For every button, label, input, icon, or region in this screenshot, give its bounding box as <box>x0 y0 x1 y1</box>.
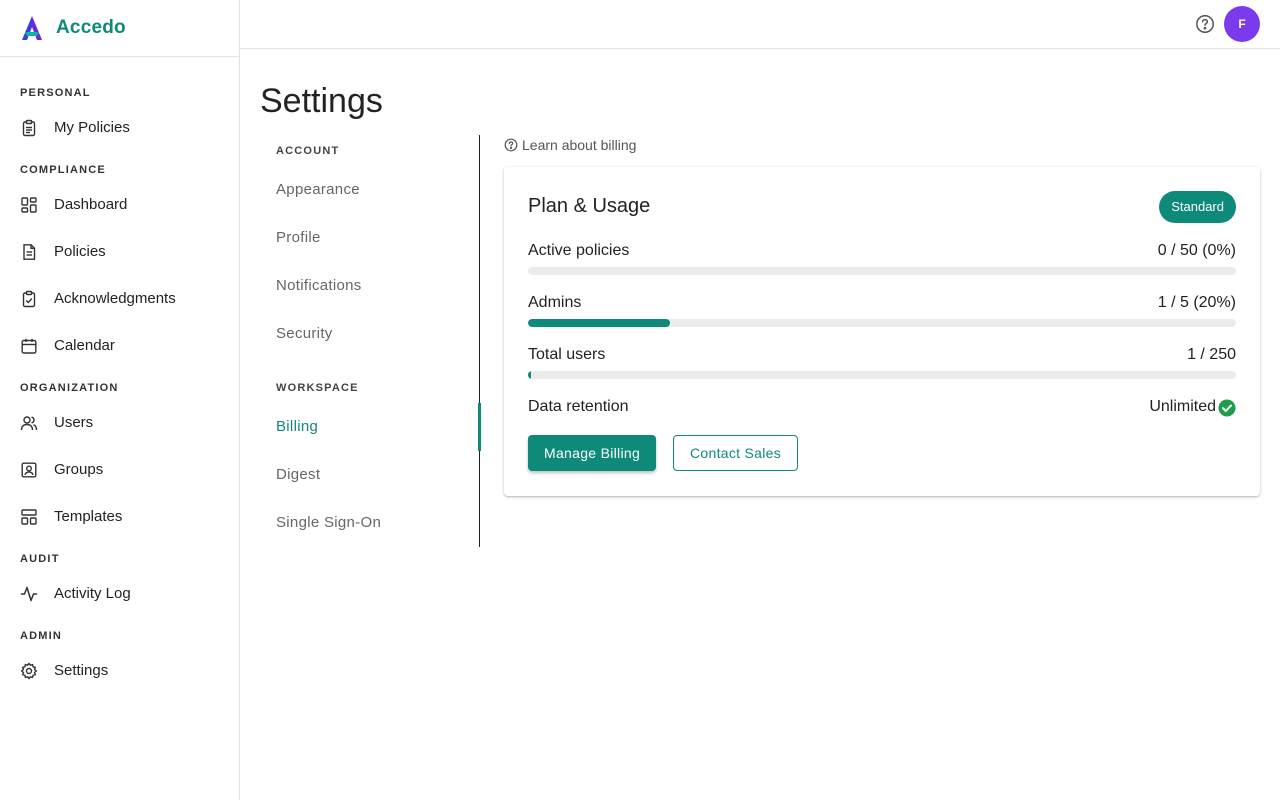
topbar: F <box>240 0 1280 49</box>
settings-section-title-account: ACCOUNT <box>276 145 340 157</box>
settings-tab-profile[interactable]: Profile <box>260 214 479 262</box>
sidebar-item-settings[interactable]: Settings <box>0 647 239 694</box>
usage-value: 1 / 250 <box>1187 346 1236 363</box>
plan-badge: Standard <box>1159 191 1236 223</box>
learn-about-billing-label: Learn about billing <box>522 137 637 153</box>
clipboard-icon <box>20 119 38 137</box>
sidebar-section-audit: AUDIT Activity Log <box>0 552 239 617</box>
templates-icon <box>20 508 38 526</box>
usage-label: Admins <box>528 294 582 311</box>
sidebar-item-label: My Policies <box>54 119 130 136</box>
manage-billing-button[interactable]: Manage Billing <box>528 435 657 471</box>
activity-icon <box>20 585 38 603</box>
sidebar-item-dashboard[interactable]: Dashboard <box>0 181 239 228</box>
plan-usage-card: Plan & Usage Standard Active policies 0 … <box>504 167 1260 496</box>
contact-sales-button[interactable]: Contact Sales <box>673 435 799 471</box>
usage-progress-track <box>528 319 1236 327</box>
accedo-logo-icon <box>20 15 44 41</box>
retention-label: Data retention <box>528 398 629 415</box>
sidebar-item-label: Settings <box>54 662 109 679</box>
usage-value: 0 / 50 (0%) <box>1157 242 1236 259</box>
sidebar-section-title: PERSONAL <box>20 87 91 99</box>
sidebar-item-label: Templates <box>54 508 123 525</box>
help-circle-icon <box>504 138 518 152</box>
usage-progress-track <box>528 371 1236 379</box>
settings-tab-digest[interactable]: Digest <box>260 451 479 499</box>
sidebar-item-label: Groups <box>54 461 104 478</box>
sidebar-section-title: COMPLIANCE <box>20 164 106 176</box>
users-icon <box>20 414 38 432</box>
sidebar-section-personal: PERSONAL My Policies <box>0 86 239 151</box>
sidebar-item-calendar[interactable]: Calendar <box>0 322 239 369</box>
sidebar-item-label: Activity Log <box>54 585 131 602</box>
sidebar-section-title: AUDIT <box>20 553 60 565</box>
settings-tab-single-sign-on[interactable]: Single Sign-On <box>260 499 479 547</box>
usage-progress-fill <box>528 319 670 327</box>
gear-icon <box>20 661 38 680</box>
contact-card-icon <box>20 461 38 479</box>
learn-about-billing-link[interactable]: Learn about billing <box>504 137 636 153</box>
usage-label: Total users <box>528 346 606 363</box>
settings-nav: ACCOUNT Appearance Profile Notifications… <box>260 135 481 547</box>
sidebar-section-title: ADMIN <box>20 630 63 642</box>
sidebar-item-activity-log[interactable]: Activity Log <box>0 570 239 617</box>
settings-tab-billing[interactable]: Billing <box>260 403 481 451</box>
sidebar-item-label: Acknowledgments <box>54 290 176 307</box>
sidebar-item-label: Calendar <box>54 337 115 354</box>
sidebar-item-my-policies[interactable]: My Policies <box>0 104 239 151</box>
clipboard-check-icon <box>20 290 38 308</box>
sidebar-item-label: Users <box>54 414 94 431</box>
usage-label: Active policies <box>528 242 630 259</box>
help-circle-icon[interactable] <box>1195 14 1215 34</box>
sidebar-item-users[interactable]: Users <box>0 399 239 446</box>
usage-progress-track <box>528 267 1236 275</box>
settings-tab-notifications[interactable]: Notifications <box>260 262 479 310</box>
usage-progress-fill <box>528 371 531 379</box>
sidebar-item-label: Dashboard <box>54 196 128 213</box>
page-title: Settings <box>260 82 383 120</box>
sidebar-nav: PERSONAL My Policies COMPLIANCE Dashboar… <box>0 57 239 694</box>
sidebar: Accedo PERSONAL My Policies COMPLIANCE D… <box>0 0 240 800</box>
settings-tab-appearance[interactable]: Appearance <box>260 166 479 214</box>
dashboard-icon <box>20 196 38 214</box>
calendar-icon <box>20 337 38 355</box>
sidebar-section-title: ORGANIZATION <box>20 382 119 394</box>
brand-name: Accedo <box>56 17 126 38</box>
usage-value: 1 / 5 (20%) <box>1157 294 1236 311</box>
sidebar-item-policies[interactable]: Policies <box>0 228 239 275</box>
sidebar-item-acknowledgments[interactable]: Acknowledgments <box>0 275 239 322</box>
sidebar-section-organization: ORGANIZATION Users Groups Templates <box>0 381 239 540</box>
sidebar-item-label: Policies <box>54 243 106 260</box>
data-retention-row: Data retention Unlimited <box>528 398 1236 418</box>
document-icon <box>20 243 38 261</box>
brand[interactable]: Accedo <box>0 0 239 57</box>
card-title: Plan & Usage <box>528 195 651 217</box>
retention-value: Unlimited <box>1149 398 1216 415</box>
check-circle-icon <box>1218 399 1236 417</box>
sidebar-section-admin: ADMIN Settings <box>0 629 239 694</box>
sidebar-section-compliance: COMPLIANCE Dashboard Policies Acknowledg… <box>0 163 239 369</box>
sidebar-item-templates[interactable]: Templates <box>0 493 239 540</box>
sidebar-item-groups[interactable]: Groups <box>0 446 239 493</box>
settings-tab-security[interactable]: Security <box>260 310 479 358</box>
avatar[interactable]: F <box>1224 6 1260 42</box>
settings-section-title-workspace: WORKSPACE <box>276 382 359 394</box>
